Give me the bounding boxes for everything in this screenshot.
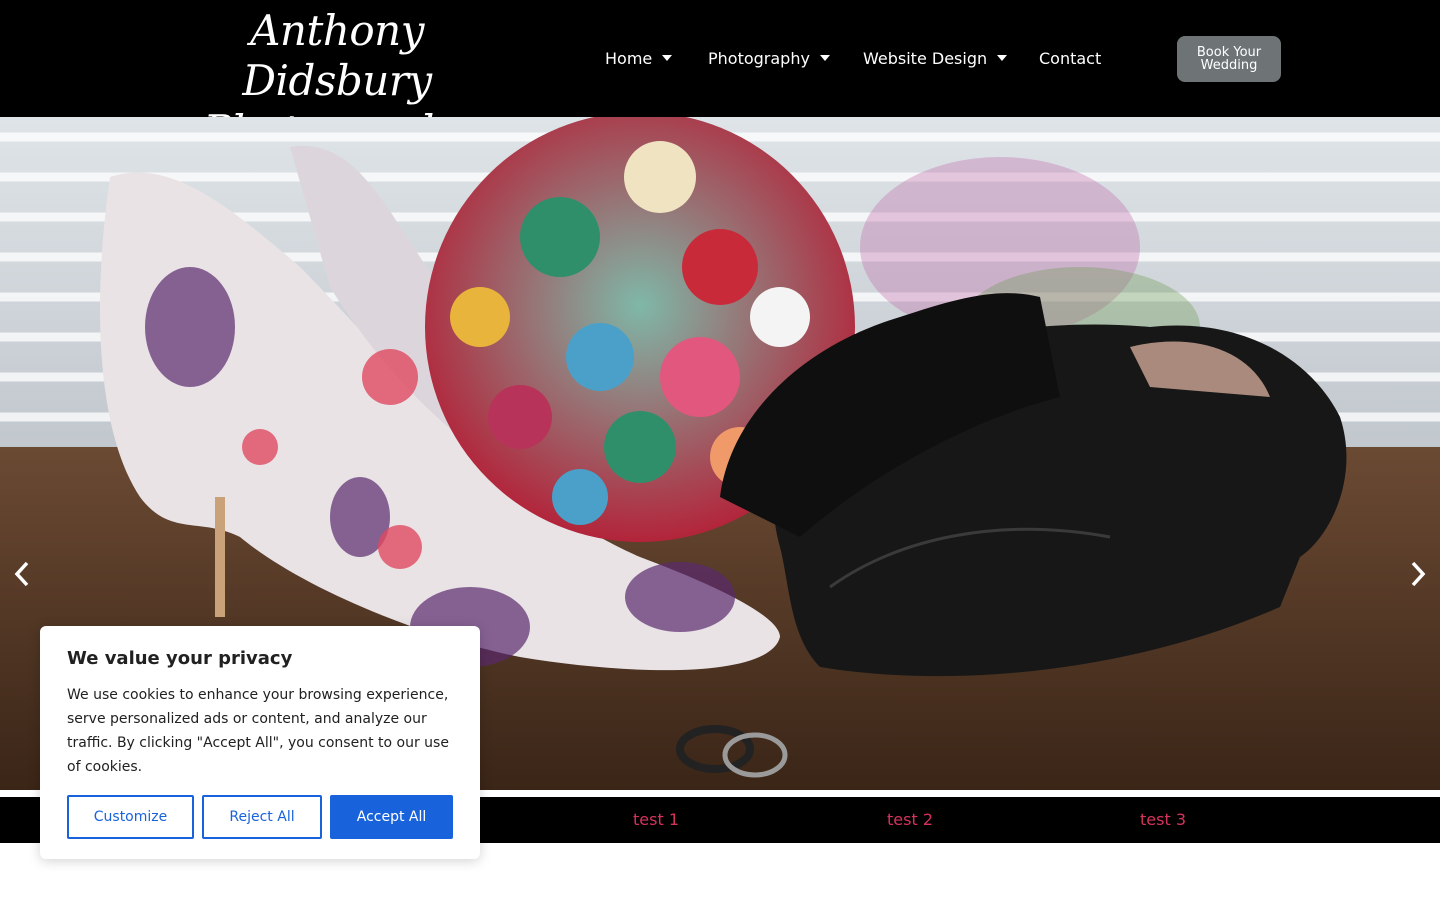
nav-item-website-design[interactable]: Website Design xyxy=(863,47,1008,71)
nav-label-photography: Photography xyxy=(708,49,810,68)
site-header: Anthony Didsbury Photography Home Photog… xyxy=(0,0,1440,155)
slideshow-prev-button[interactable] xyxy=(12,559,32,589)
accept-all-button[interactable]: Accept All xyxy=(330,795,453,839)
cookie-description: We use cookies to enhance your browsing … xyxy=(67,687,449,775)
nav-label-contact: Contact xyxy=(1039,49,1102,68)
slideshow-next-button[interactable] xyxy=(1408,559,1428,589)
strip-link-test-2[interactable]: test 2 xyxy=(887,809,933,831)
caret-down-icon xyxy=(819,55,830,61)
caret-down-icon xyxy=(997,55,1008,61)
chevron-left-icon xyxy=(14,561,29,587)
book-wedding-button[interactable]: Book Your Wedding xyxy=(1177,36,1281,82)
reject-all-button[interactable]: Reject All xyxy=(202,795,322,839)
nav-item-photography[interactable]: Photography xyxy=(708,47,830,71)
customize-button[interactable]: Customize xyxy=(67,795,194,839)
chevron-right-icon xyxy=(1411,561,1426,587)
caret-down-icon xyxy=(662,55,673,61)
nav-item-contact[interactable]: Contact xyxy=(1039,47,1101,71)
logo-line-1: Anthony Didsbury xyxy=(242,6,432,105)
strip-link-test-1[interactable]: test 1 xyxy=(633,809,679,831)
cookie-title: We value your privacy xyxy=(67,648,293,669)
book-button-line-2: Wedding xyxy=(1200,58,1258,73)
cookie-consent-banner: We value your privacy We use cookies to … xyxy=(40,626,480,859)
nav-label-website-design: Website Design xyxy=(863,49,988,68)
nav-label-home: Home xyxy=(605,49,653,68)
nav-item-home[interactable]: Home xyxy=(605,47,673,71)
strip-link-test-3[interactable]: test 3 xyxy=(1140,809,1186,831)
